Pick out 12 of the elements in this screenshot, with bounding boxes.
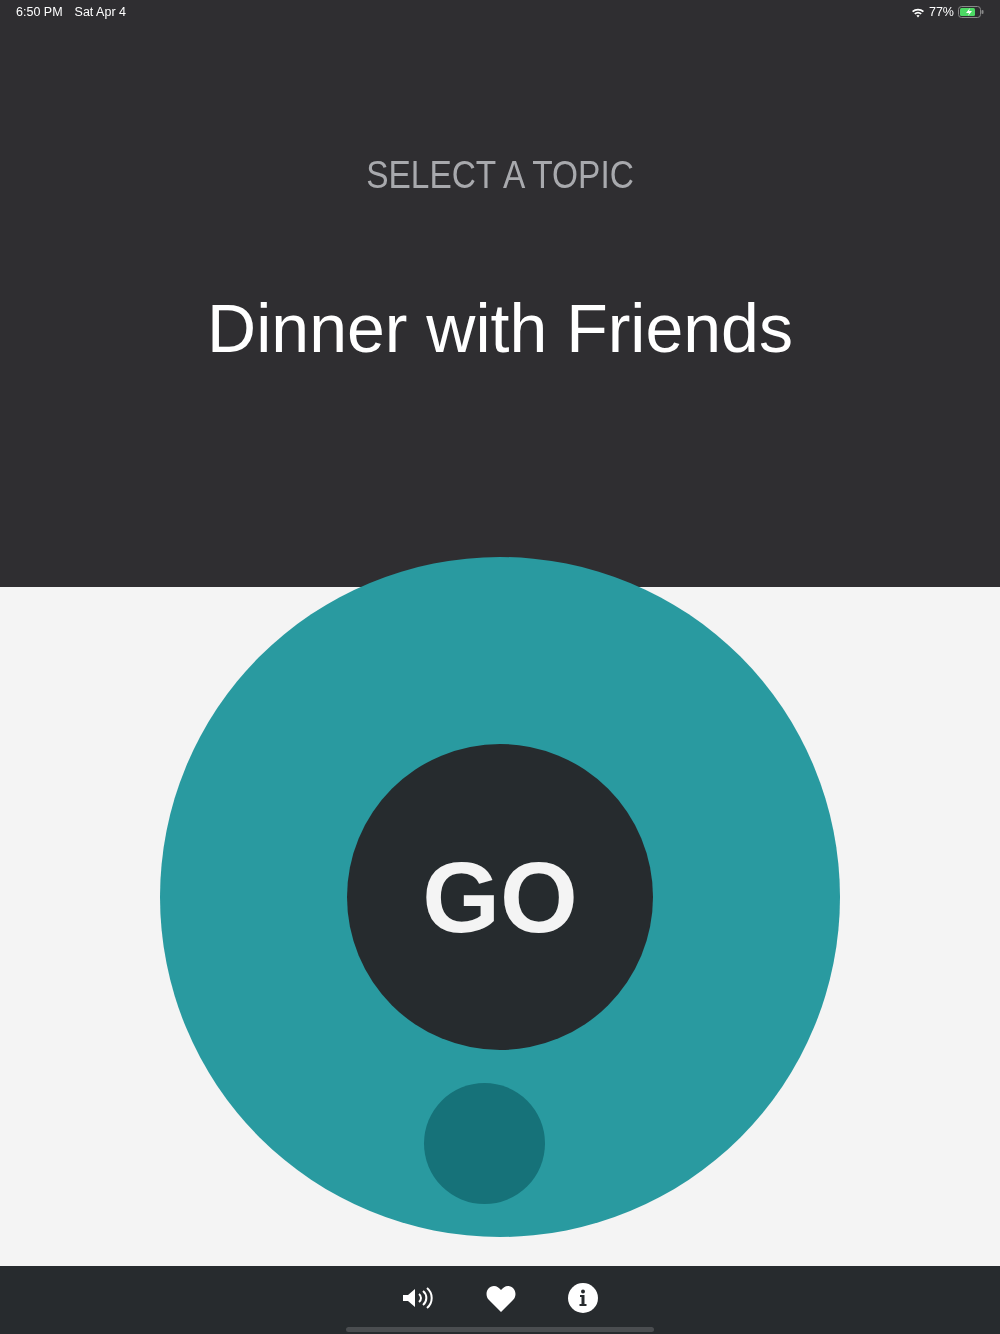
- battery-icon: [958, 6, 984, 18]
- status-time: 6:50 PM: [16, 5, 63, 19]
- topic-title: Dinner with Friends: [206, 289, 794, 367]
- info-icon[interactable]: [568, 1283, 598, 1313]
- go-button[interactable]: GO: [347, 744, 653, 1050]
- battery-percent: 77%: [928, 5, 954, 19]
- section-label: SELECT A TOPIC: [365, 154, 635, 197]
- status-date: Sat Apr 4: [74, 5, 126, 19]
- speaker-icon[interactable]: [402, 1286, 434, 1310]
- topic-dial[interactable]: GO: [160, 557, 840, 1237]
- wifi-icon: [910, 6, 925, 18]
- heart-icon[interactable]: [486, 1284, 516, 1312]
